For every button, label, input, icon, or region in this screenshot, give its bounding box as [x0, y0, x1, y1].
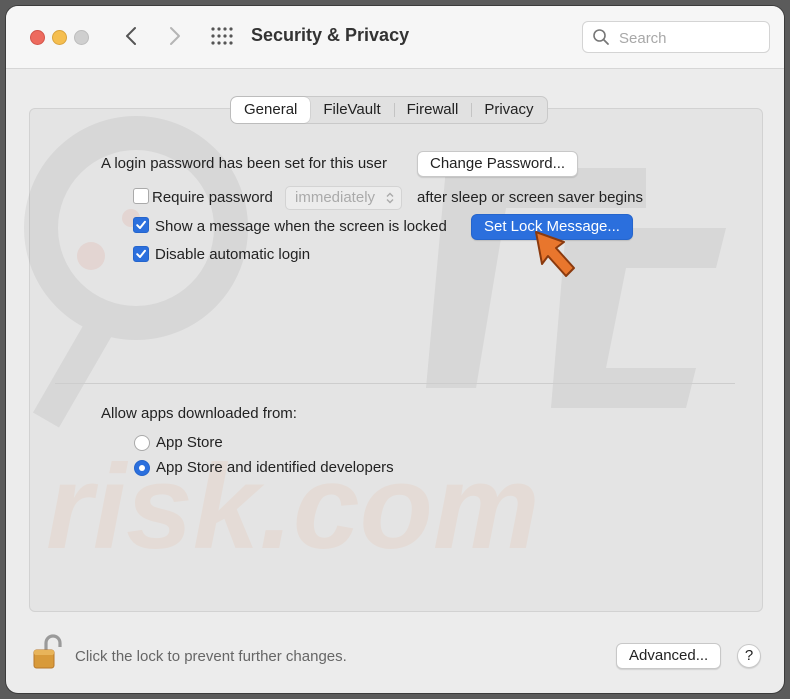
login-password-text: A login password has been set for this u…	[101, 155, 387, 172]
tab-bar: General FileVault Firewall Privacy	[230, 96, 548, 124]
allow-apps-heading: Allow apps downloaded from:	[101, 405, 297, 422]
radio-app-store[interactable]	[134, 435, 150, 451]
tab-general[interactable]: General	[231, 97, 311, 123]
radio-app-store-identified[interactable]	[134, 460, 150, 476]
section-divider	[55, 383, 735, 384]
radio-app-store-label: App Store	[156, 434, 223, 451]
help-button[interactable]: ?	[737, 644, 761, 668]
updown-chevron-icon	[386, 192, 394, 204]
disable-autologin-label: Disable automatic login	[155, 246, 311, 263]
advanced-button[interactable]: Advanced...	[616, 643, 722, 669]
require-password-delay-select[interactable]: immediately	[285, 186, 403, 210]
preferences-window: Security & Privacy risk.com General File…	[6, 6, 784, 693]
show-message-checkbox[interactable]	[133, 217, 149, 233]
lock-hint-text: Click the lock to prevent further change…	[75, 648, 347, 665]
require-password-label: Require password	[152, 189, 273, 206]
show-message-label: Show a message when the screen is locked	[155, 218, 447, 235]
tab-privacy[interactable]: Privacy	[471, 97, 546, 123]
pointer-arrow-icon	[535, 231, 575, 277]
tab-filevault[interactable]: FileVault	[310, 97, 393, 123]
checkmark-icon	[136, 249, 146, 258]
radio-app-store-identified-label: App Store and identified developers	[156, 459, 394, 476]
tab-firewall[interactable]: Firewall	[393, 97, 472, 123]
lock-icon[interactable]	[32, 634, 62, 675]
change-password-button[interactable]: Change Password...	[417, 151, 579, 177]
require-password-suffix: after sleep or screen saver begins	[417, 189, 643, 206]
disable-autologin-checkbox[interactable]	[133, 246, 149, 262]
checkmark-icon	[136, 220, 146, 229]
require-password-checkbox[interactable]	[133, 188, 149, 204]
require-password-delay-value: immediately	[295, 189, 376, 206]
